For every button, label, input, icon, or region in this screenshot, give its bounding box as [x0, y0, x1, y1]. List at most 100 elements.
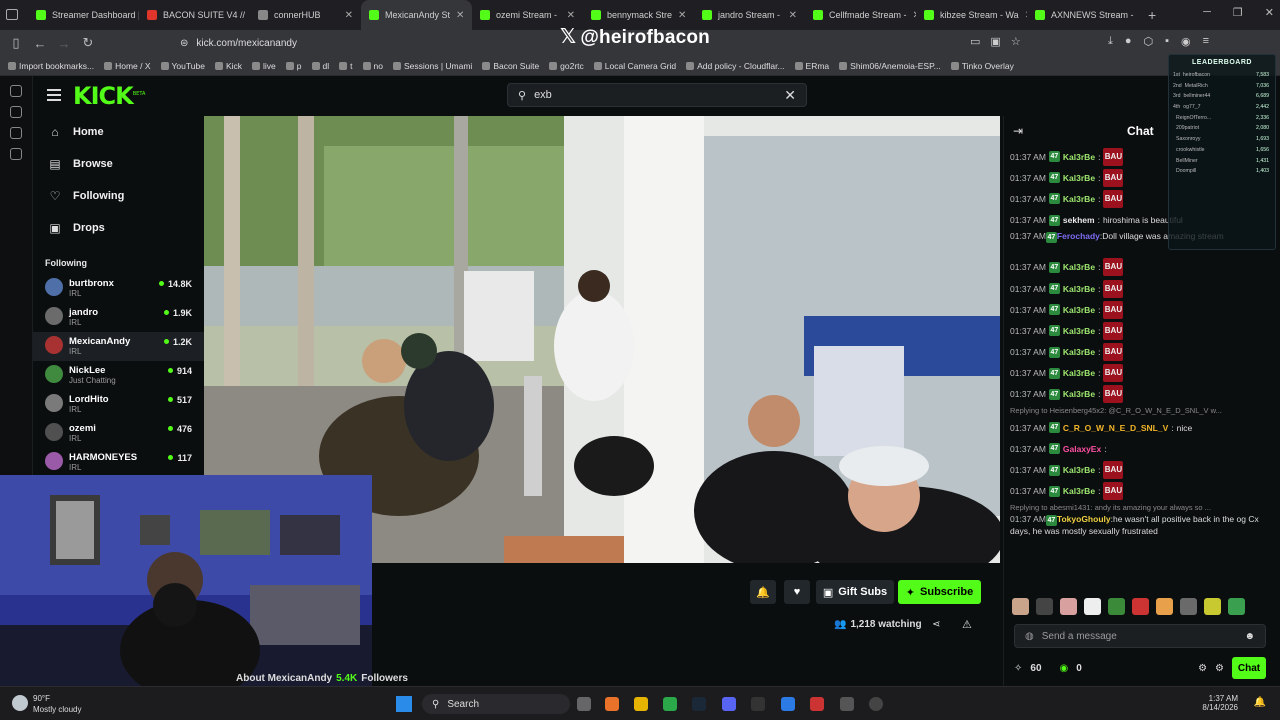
tab-6[interactable]: jandro Stream - ✕ — [694, 0, 805, 30]
emote-icon[interactable] — [1204, 598, 1221, 615]
emote-icon[interactable] — [1084, 598, 1101, 615]
bookmark-item[interactable]: live — [252, 61, 276, 71]
following-item[interactable]: NickLee Just Chatting 914 — [33, 361, 204, 390]
message-username[interactable]: Kal3rBe — [1063, 152, 1095, 162]
profile-icon[interactable]: ◉ — [1181, 35, 1191, 48]
emoji-icon[interactable]: ☻ — [1244, 631, 1255, 642]
taskbar-search[interactable]: ⚲ Search — [422, 694, 570, 714]
tab-2[interactable]: connerHUB ✕ — [250, 0, 361, 30]
message-username[interactable]: GalaxyEx — [1063, 444, 1101, 454]
bookmark-star-icon[interactable]: ☆ — [1011, 35, 1021, 48]
tab-actions-icon[interactable] — [6, 9, 18, 20]
report-icon[interactable]: ⚠ — [962, 618, 972, 631]
back-icon[interactable]: ← — [28, 36, 52, 51]
forward-icon[interactable]: → — [52, 36, 76, 51]
following-item[interactable]: burtbronx IRL 14.8K — [33, 274, 204, 303]
chat-input[interactable]: ◍ Send a message ☻ — [1014, 624, 1266, 648]
following-item[interactable]: HARMONEYES IRL 117 — [33, 448, 204, 477]
message-username[interactable]: sekhem — [1063, 215, 1095, 225]
bookmark-item[interactable]: p — [285, 61, 302, 71]
nav-item-browse[interactable]: ▤ Browse — [33, 148, 204, 180]
message-username[interactable]: Kal3rBe — [1063, 465, 1095, 475]
collapse-chat-icon[interactable]: ⇥ — [1013, 124, 1023, 138]
message-username[interactable]: Kal3rBe — [1063, 486, 1095, 496]
sidebar-toggle-icon[interactable]: ▯ — [4, 35, 28, 51]
chat-gear-icon[interactable]: ⚙ — [1198, 663, 1207, 674]
following-item[interactable]: LordHito IRL 517 — [33, 390, 204, 419]
emote-icon[interactable] — [1228, 598, 1245, 615]
tab-9[interactable]: AXNNEWS Stream - ✕ — [1027, 0, 1138, 30]
new-tab-button[interactable]: + — [1148, 7, 1156, 23]
nav-item-home[interactable]: ⌂ Home — [33, 116, 204, 148]
tab-8[interactable]: kibzee Stream - Wa✕ — [916, 0, 1027, 30]
steam-icon[interactable] — [692, 697, 706, 711]
bookmark-item[interactable]: Local Camera Grid — [593, 61, 676, 71]
discord-icon[interactable] — [722, 697, 736, 711]
reload-icon[interactable]: ↻ — [76, 35, 100, 51]
tab-close-icon[interactable]: ✕ — [567, 10, 575, 21]
notification-icon[interactable]: 🔔 — [1254, 697, 1266, 708]
firefox-icon[interactable] — [605, 697, 619, 711]
bookmark-item[interactable]: Import bookmarks... — [8, 61, 94, 71]
more-icon[interactable]: ≡ — [1203, 35, 1209, 48]
nav-item-drops[interactable]: ▣ Drops — [33, 212, 204, 244]
emote-icon[interactable] — [1036, 598, 1053, 615]
kick-logo[interactable]: KICKBETA — [73, 82, 145, 110]
nav-item-following[interactable]: ♡ Following — [33, 180, 204, 212]
bookmark-item[interactable]: Add policy - Cloudflar... — [686, 61, 785, 71]
following-item[interactable]: jandro IRL 1.9K — [33, 303, 204, 332]
tab-close-icon[interactable]: ✕ — [345, 10, 353, 21]
emote-icon[interactable] — [1060, 598, 1077, 615]
vscode-icon[interactable] — [781, 697, 795, 711]
message-username[interactable]: Kal3rBe — [1063, 326, 1095, 336]
start-icon[interactable] — [396, 696, 412, 712]
message-username[interactable]: Kal3rBe — [1063, 389, 1095, 399]
bookmark-item[interactable]: Kick — [214, 61, 242, 71]
bookmark-item[interactable]: go2rtc — [549, 61, 584, 71]
restore-icon[interactable]: ❐ — [1233, 6, 1243, 19]
menu-icon[interactable] — [47, 89, 61, 101]
chat-settings-gear-icon[interactable]: ⚙ — [1215, 663, 1224, 674]
emote-icon[interactable] — [1012, 598, 1029, 615]
message-username[interactable]: C_R_O_W_N_E_D_SNL_V — [1063, 423, 1168, 433]
message-username[interactable]: Kal3rBe — [1063, 368, 1095, 378]
bookmark-item[interactable]: Sessions | Umami — [392, 61, 472, 71]
tab-close-icon[interactable]: ✕ — [456, 10, 464, 21]
emote-icon[interactable] — [1180, 598, 1197, 615]
bookmark-item[interactable]: Home / X — [104, 61, 151, 71]
screenshot-icon[interactable]: ▭ — [970, 35, 980, 48]
rail-ai-icon[interactable] — [10, 85, 22, 97]
clear-search-icon[interactable]: ✕ — [784, 87, 796, 104]
bookmark-item[interactable]: YouTube — [160, 61, 205, 71]
rail-star-icon[interactable] — [10, 148, 22, 160]
message-username[interactable]: Kal3rBe — [1063, 305, 1095, 315]
emote-icon[interactable] — [1132, 598, 1149, 615]
following-item[interactable]: MexicanAndy IRL 1.2K — [33, 332, 204, 361]
message-username[interactable]: Ferochady — [1057, 231, 1100, 241]
tab-7[interactable]: Cellfmade Stream - ✕ — [805, 0, 916, 30]
app-icon-3[interactable] — [869, 697, 883, 711]
tab-1[interactable]: BACON SUITE V4 // ✕ — [139, 0, 250, 30]
message-username[interactable]: Kal3rBe — [1063, 347, 1095, 357]
download-icon[interactable]: ⤓ — [1108, 35, 1113, 48]
rail-history-icon[interactable] — [10, 127, 22, 139]
message-username[interactable]: Kal3rBe — [1063, 262, 1095, 272]
bookmark-item[interactable]: dl — [311, 61, 329, 71]
app-icon[interactable] — [810, 697, 824, 711]
tab-close-icon[interactable]: ✕ — [678, 10, 686, 21]
chat-settings-icon[interactable]: ◍ — [1025, 631, 1034, 642]
save-icon[interactable]: ▣ — [990, 35, 1000, 48]
xbox-icon[interactable] — [663, 697, 677, 711]
extension-badge-icon[interactable]: ▪ — [1165, 35, 1169, 48]
notification-bell-button[interactable]: 🔔 — [750, 580, 776, 604]
gift-subs-button[interactable]: ▣ Gift Subs — [816, 580, 894, 604]
app-icon-2[interactable] — [840, 697, 854, 711]
bookmark-item[interactable]: Bacon Suite — [482, 61, 539, 71]
task-view-icon[interactable] — [577, 697, 591, 711]
message-username[interactable]: TokyoGhouly — [1057, 514, 1111, 524]
message-username[interactable]: Kal3rBe — [1063, 284, 1095, 294]
bookmark-item[interactable]: no — [362, 61, 383, 71]
clock[interactable]: 1:37 AM 8/14/2026 — [1202, 694, 1238, 712]
share-icon[interactable]: ⋖ — [932, 619, 940, 630]
site-info-icon[interactable]: ⊜ — [180, 38, 188, 49]
